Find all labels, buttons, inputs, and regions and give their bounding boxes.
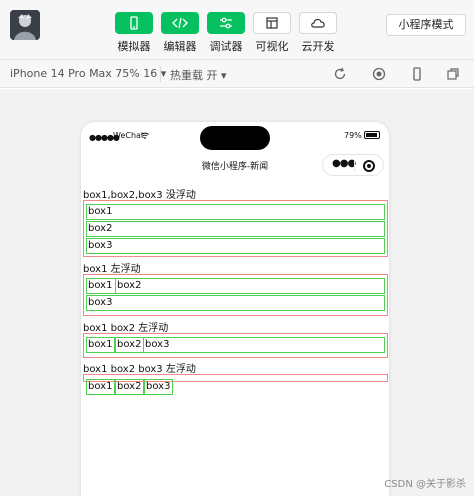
visualize-tool[interactable]: 可视化: [251, 12, 293, 54]
status-bar: ●●●●● WeChat 79%: [81, 122, 389, 150]
refresh-icon[interactable]: [332, 66, 348, 82]
section-title: box1 box2 左浮动: [83, 323, 169, 334]
phone-preview-icon[interactable]: [409, 66, 425, 82]
nav-bar: 微信小程序-新闻 ●●●: [81, 150, 389, 180]
cloud-tool[interactable]: 云开发: [297, 12, 339, 54]
simulator-label: 模拟器: [117, 40, 151, 53]
record-icon[interactable]: [371, 66, 387, 82]
editor-label: 编辑器: [163, 40, 197, 53]
box: box2: [86, 221, 385, 237]
close-miniprogram-icon[interactable]: [363, 160, 375, 172]
avatar[interactable]: [10, 10, 40, 40]
box: box2: [86, 278, 385, 294]
box: box3: [144, 379, 173, 395]
more-icon[interactable]: ●●●: [332, 158, 356, 169]
cloud-label: 云开发: [301, 40, 335, 53]
capsule-menu[interactable]: ●●●: [322, 154, 384, 176]
cloud-icon: [311, 18, 325, 28]
simulator-tool[interactable]: 模拟器: [113, 12, 155, 54]
debugger-label: 调试器: [209, 40, 243, 53]
watermark: CSDN @关于影杀: [384, 479, 466, 490]
box: box2: [115, 379, 144, 395]
copy-window-icon[interactable]: [445, 66, 461, 82]
debugger-tool[interactable]: 调试器: [205, 12, 247, 54]
battery-icon: [364, 131, 380, 139]
battery-percent: 79%: [344, 131, 362, 140]
code-icon: [172, 17, 188, 29]
box: box3: [86, 337, 385, 353]
miniprogram-mode-button[interactable]: 小程序模式: [386, 14, 466, 36]
box: box1: [86, 204, 385, 220]
carrier-label: WeChat: [113, 131, 145, 140]
simulator-area: ●●●●● WeChat 79% 微信小程序-新闻 ●●● box1,box2,…: [0, 89, 474, 496]
box: box3: [86, 238, 385, 254]
section-title: box1 左浮动: [83, 264, 141, 275]
box: box1: [86, 379, 115, 395]
visualize-label: 可视化: [255, 40, 289, 53]
section-title: box1,box2,box3 没浮动: [83, 190, 196, 201]
device-bar: iPhone 14 Pro Max 75% 16 ▾ 热重载 开 ▾: [0, 60, 474, 88]
top-toolbar: 模拟器 编辑器 调试器 可视化 云开发 小程序模式: [0, 0, 474, 60]
section-title: box1 box2 box3 左浮动: [83, 364, 196, 375]
dynamic-island: [200, 126, 270, 150]
hot-reload-select[interactable]: 热重载 开 ▾: [170, 67, 227, 83]
layout-icon: [266, 17, 278, 29]
wifi-icon: [141, 132, 149, 139]
box: box3: [86, 295, 385, 311]
devtools-window: 模拟器 编辑器 调试器 可视化 云开发 小程序模式 iPhone 14 Pro …: [0, 0, 474, 496]
phone-screen: ●●●●● WeChat 79% 微信小程序-新闻 ●●● box1,box2,…: [81, 122, 389, 496]
device-select[interactable]: iPhone 14 Pro Max 75% 16 ▾: [10, 67, 166, 80]
capsule-divider: [354, 160, 355, 171]
divider: [160, 66, 161, 82]
editor-tool[interactable]: 编辑器: [159, 12, 201, 54]
debugger-icon: [220, 17, 232, 29]
phone-simulator-icon: [130, 16, 138, 30]
